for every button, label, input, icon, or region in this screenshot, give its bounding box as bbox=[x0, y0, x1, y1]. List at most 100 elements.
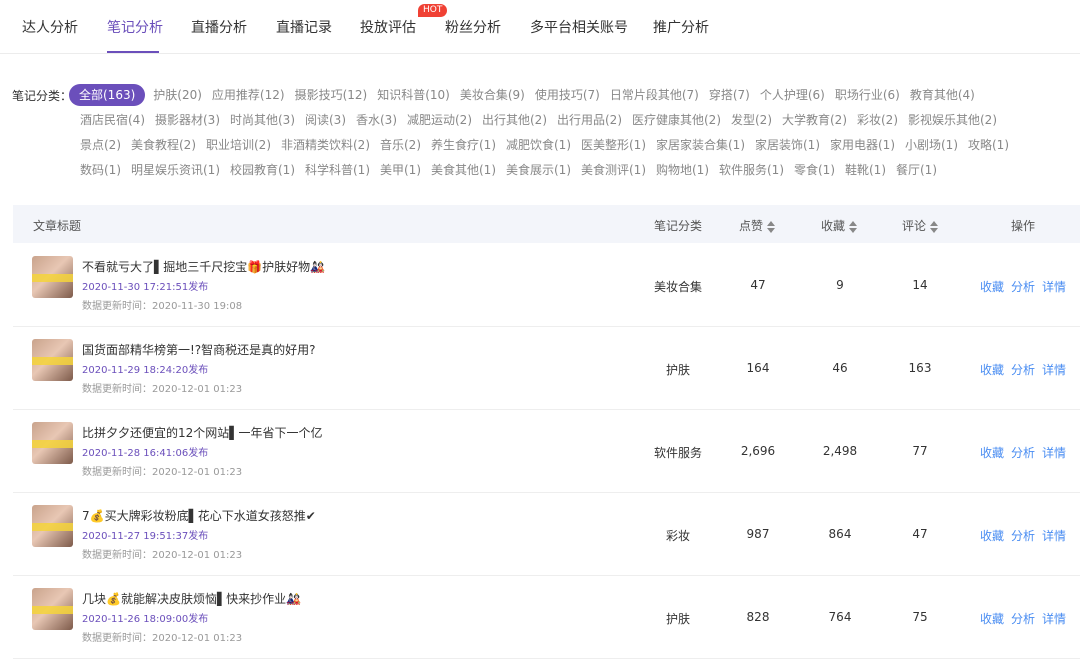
note-thumbnail[interactable] bbox=[32, 339, 73, 381]
tab-multi-platform-accounts[interactable]: 多平台相关账号 bbox=[530, 17, 628, 37]
category-chip[interactable]: 鞋靴(1) bbox=[845, 159, 886, 181]
note-title[interactable]: 国货面部精华榜第一!?智商税还是真的好用? bbox=[82, 341, 316, 358]
category-chip[interactable]: 零食(1) bbox=[794, 159, 835, 181]
category-chip[interactable]: 家居家装合集(1) bbox=[656, 134, 745, 156]
category-chip[interactable]: 医美整形(1) bbox=[581, 134, 646, 156]
table-row: 几块💰就能解决皮肤烦恼▌快来抄作业🎎 2020-11-26 18:09:00发布数… bbox=[13, 575, 1080, 659]
sort-icon[interactable] bbox=[767, 220, 776, 233]
details-link[interactable]: 详情 bbox=[1042, 444, 1066, 461]
likes-count: 47 bbox=[750, 278, 766, 292]
note-thumbnail[interactable] bbox=[32, 505, 73, 547]
category-chip[interactable]: 美食教程(2) bbox=[131, 134, 196, 156]
category-chip[interactable]: 日常片段其他(7) bbox=[610, 84, 699, 106]
category-chip[interactable]: 摄影技巧(12) bbox=[295, 84, 368, 106]
category-chip[interactable]: 美食测评(1) bbox=[581, 159, 646, 181]
category-chip[interactable]: 软件服务(1) bbox=[719, 159, 784, 181]
category-chip[interactable]: 美妆合集(9) bbox=[460, 84, 525, 106]
category-chip[interactable]: 餐厅(1) bbox=[896, 159, 937, 181]
collects-count: 46 bbox=[832, 361, 848, 375]
analysis-link[interactable]: 分析 bbox=[1011, 610, 1035, 627]
active-tab-indicator bbox=[107, 51, 159, 53]
category-chip[interactable]: 应用推荐(12) bbox=[212, 84, 285, 106]
category-chip-all[interactable]: 全部(163) bbox=[69, 84, 146, 106]
category-chip[interactable]: 景点(2) bbox=[80, 134, 121, 156]
category-chip[interactable]: 发型(2) bbox=[731, 109, 772, 131]
tab-note-analysis[interactable]: 笔记分析 bbox=[107, 17, 163, 37]
category-chip[interactable]: 美食其他(1) bbox=[431, 159, 496, 181]
category-chip[interactable]: 大学教育(2) bbox=[782, 109, 847, 131]
category-chip[interactable]: 时尚其他(3) bbox=[230, 109, 295, 131]
header-collects[interactable]: 收藏 bbox=[821, 217, 858, 234]
analysis-link[interactable]: 分析 bbox=[1011, 527, 1035, 544]
category-chip[interactable]: 彩妆(2) bbox=[857, 109, 898, 131]
category-chip[interactable]: 阅读(3) bbox=[305, 109, 346, 131]
tab-fan-analysis[interactable]: 粉丝分析 bbox=[445, 17, 501, 37]
category-chip[interactable]: 减肥运动(2) bbox=[407, 109, 472, 131]
category-chip[interactable]: 职场行业(6) bbox=[835, 84, 900, 106]
note-thumbnail[interactable] bbox=[32, 588, 73, 630]
category-chip[interactable]: 医疗健康其他(2) bbox=[632, 109, 721, 131]
category-chip[interactable]: 使用技巧(7) bbox=[535, 84, 600, 106]
header-comments[interactable]: 评论 bbox=[902, 217, 939, 234]
category-chip[interactable]: 音乐(2) bbox=[380, 134, 421, 156]
category-chip[interactable]: 香水(3) bbox=[356, 109, 397, 131]
tab-influencer-analysis[interactable]: 达人分析 bbox=[22, 17, 78, 37]
category-chip[interactable]: 美食展示(1) bbox=[506, 159, 571, 181]
note-title[interactable]: 比拼夕夕还便宜的12个网站▌一年省下一个亿 bbox=[82, 424, 323, 441]
note-thumbnail[interactable] bbox=[32, 256, 73, 298]
category-chip[interactable]: 攻略(1) bbox=[968, 134, 1009, 156]
collect-link[interactable]: 收藏 bbox=[980, 610, 1004, 627]
note-thumbnail[interactable] bbox=[32, 422, 73, 464]
category-chip[interactable]: 穿搭(7) bbox=[709, 84, 750, 106]
note-title[interactable]: 几块💰就能解决皮肤烦恼▌快来抄作业🎎 bbox=[82, 590, 301, 607]
note-title[interactable]: 不看就亏大了▌掘地三千尺挖宝🎁护肤好物🎎 bbox=[82, 258, 325, 275]
collect-link[interactable]: 收藏 bbox=[980, 527, 1004, 544]
category-chip[interactable]: 影视娱乐其他(2) bbox=[908, 109, 997, 131]
category-row: 全部(163) 护肤(20) 应用推荐(12) 摄影技巧(12) 知识科普(10) 美妆合… bbox=[69, 84, 985, 106]
category-chip[interactable]: 购物地(1) bbox=[656, 159, 709, 181]
collect-link[interactable]: 收藏 bbox=[980, 444, 1004, 461]
header-actions: 操作 bbox=[1011, 219, 1036, 233]
sort-icon[interactable] bbox=[930, 220, 939, 233]
details-link[interactable]: 详情 bbox=[1042, 361, 1066, 378]
category-chip[interactable]: 摄影器材(3) bbox=[155, 109, 220, 131]
analysis-link[interactable]: 分析 bbox=[1011, 278, 1035, 295]
category-chip[interactable]: 明星娱乐资讯(1) bbox=[131, 159, 220, 181]
details-link[interactable]: 详情 bbox=[1042, 278, 1066, 295]
header-likes[interactable]: 点赞 bbox=[739, 217, 776, 234]
tab-ad-evaluation[interactable]: 投放评估 bbox=[360, 17, 416, 37]
tab-promotion-analysis[interactable]: 推广分析 bbox=[653, 17, 709, 37]
category-chip[interactable]: 校园教育(1) bbox=[230, 159, 295, 181]
category-chip[interactable]: 小剧场(1) bbox=[905, 134, 958, 156]
collect-link[interactable]: 收藏 bbox=[980, 361, 1004, 378]
category-chip[interactable]: 知识科普(10) bbox=[377, 84, 450, 106]
category-chip[interactable]: 教育其他(4) bbox=[910, 84, 975, 106]
comments-count: 163 bbox=[908, 361, 932, 375]
tab-live-analysis[interactable]: 直播分析 bbox=[191, 17, 247, 37]
note-category: 彩妆 bbox=[665, 529, 690, 543]
category-chip[interactable]: 个人护理(6) bbox=[760, 84, 825, 106]
category-chip[interactable]: 家居装饰(1) bbox=[755, 134, 820, 156]
category-chip[interactable]: 美甲(1) bbox=[380, 159, 421, 181]
category-chip[interactable]: 家用电器(1) bbox=[830, 134, 895, 156]
category-chip[interactable]: 职业培训(2) bbox=[206, 134, 271, 156]
category-chip[interactable]: 减肥饮食(1) bbox=[506, 134, 571, 156]
publish-time: 2020-11-28 16:41:06发布 bbox=[82, 448, 209, 459]
analysis-link[interactable]: 分析 bbox=[1011, 444, 1035, 461]
category-chip[interactable]: 养生食疗(1) bbox=[431, 134, 496, 156]
analysis-link[interactable]: 分析 bbox=[1011, 361, 1035, 378]
comments-count: 75 bbox=[912, 610, 928, 624]
tab-live-records[interactable]: 直播记录 bbox=[276, 17, 332, 37]
category-chip[interactable]: 护肤(20) bbox=[153, 84, 202, 106]
category-chip[interactable]: 非酒精类饮料(2) bbox=[281, 134, 370, 156]
note-title[interactable]: 7💰买大牌彩妆粉底▌花心下水道女孩怒推✔ bbox=[82, 507, 316, 524]
category-chip[interactable]: 出行用品(2) bbox=[557, 109, 622, 131]
details-link[interactable]: 详情 bbox=[1042, 610, 1066, 627]
category-chip[interactable]: 出行其他(2) bbox=[482, 109, 547, 131]
details-link[interactable]: 详情 bbox=[1042, 527, 1066, 544]
collect-link[interactable]: 收藏 bbox=[980, 278, 1004, 295]
category-chip[interactable]: 科学科普(1) bbox=[305, 159, 370, 181]
sort-icon[interactable] bbox=[849, 220, 858, 233]
category-chip[interactable]: 数码(1) bbox=[80, 159, 121, 181]
category-chip[interactable]: 酒店民宿(4) bbox=[80, 109, 145, 131]
